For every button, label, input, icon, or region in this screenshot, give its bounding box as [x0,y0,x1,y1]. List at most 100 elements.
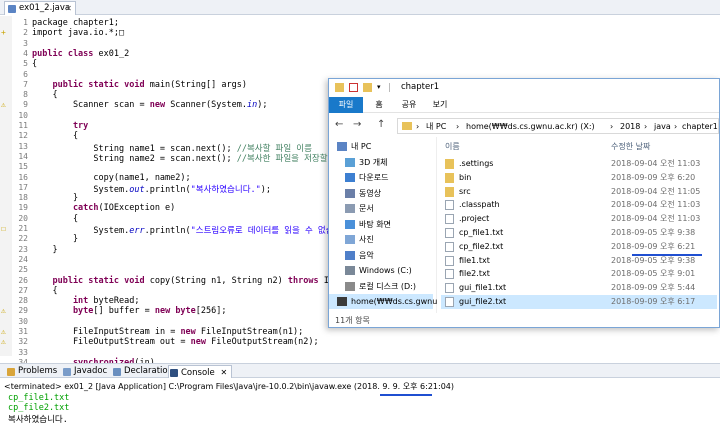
warning-marker-icon[interactable]: ☐ [1,224,6,233]
forward-arrow-icon[interactable]: → [353,119,361,130]
tab-problems[interactable]: Problems [6,365,57,378]
ribbon-tab-home[interactable]: 홈 [367,97,391,113]
nav-item-icon [345,235,355,244]
code-token: { [32,213,79,224]
address-bar[interactable]: › 내 PC › home(₩₩ds.cs.gwnu.ac.kr) (X:) ›… [397,118,719,134]
warning-marker-icon[interactable]: ⚠ [1,327,6,336]
file-row[interactable]: cp_file2.txt 2018-09-09 오후 6:21 [441,240,717,254]
code-token: copy(String n1, String n2) [149,275,288,286]
line-number: 27 [18,285,28,295]
tab-console[interactable]: Console ✕ [168,365,233,378]
column-header-name[interactable]: 이름 [445,141,460,152]
file-row[interactable]: cp_file1.txt 2018-09-05 오후 9:38 [441,226,717,240]
file-row[interactable]: .classpath 2018-09-04 오전 11:03 [441,198,717,212]
file-row[interactable]: bin 2018-09-09 오후 6:20 [441,171,717,185]
code-line: { [32,214,78,224]
up-arrow-icon[interactable]: ↑ [377,119,385,130]
code-token: □ [119,28,125,39]
line-number: 23 [18,244,28,254]
file-date: 2018-09-05 오후 9:38 [611,228,696,237]
nav-item[interactable]: home(₩₩ds.cs.gwnu [329,294,437,309]
bottom-panel-tabs: Problems Javadoc Declaration Console ✕ [0,363,720,378]
folder-icon [402,122,412,130]
ribbon-tab-file[interactable]: 파일 [329,97,363,113]
file-date: 2018-09-04 오전 11:03 [611,200,701,210]
file-row[interactable]: file2.txt 2018-09-05 오후 9:01 [441,267,717,281]
file-row[interactable]: .project 2018-09-04 오전 11:03 [441,212,717,226]
nav-item[interactable]: 다운로드 [343,170,388,185]
line-number: 24 [18,254,28,264]
file-name: .settings [459,159,494,168]
console-output[interactable]: <terminated> ex01_2 [Java Application] C… [0,379,720,440]
tab-declaration[interactable]: Declaration [112,365,173,378]
file-explorer-window[interactable]: ▾ chapter1 파일 홈 공유 보기 ← → ↑ › 내 PC › hom… [328,78,720,328]
file-row[interactable]: src 2018-09-04 오전 11:05 [441,185,717,199]
file-name: file2.txt [459,269,490,279]
nav-item[interactable]: 문서 [343,201,374,216]
warning-marker-icon[interactable]: ⚠ [1,306,6,315]
breadcrumb-this-pc[interactable]: 내 PC [426,119,446,134]
nav-item[interactable]: 바탕 화면 [343,217,391,232]
file-row[interactable]: gui_file1.txt 2018-09-09 오후 5:44 [441,281,717,295]
line-number: 15 [18,162,28,172]
nav-item[interactable]: 동영상 [343,186,381,201]
tab-label: Problems [18,366,58,376]
column-header-date-modified[interactable]: 수정한 날짜 [611,141,650,152]
file-icon [445,255,454,266]
close-icon[interactable]: ✕ [65,2,72,15]
file-date: 2018-09-05 오후 9:01 [611,269,696,279]
breadcrumb-chapter1[interactable]: chapter1 [682,119,718,134]
nav-item-label: 내 PC [351,142,372,151]
code-line: int byteRead; [32,296,140,306]
tab-javadoc[interactable]: Javadoc [62,365,107,378]
file-row[interactable]: .settings 2018-09-04 오전 11:03 [441,157,717,171]
breadcrumb-home-drive[interactable]: home(₩₩ds.cs.gwnu.ac.kr) (X:) [466,119,595,134]
warning-marker-icon[interactable]: ⚠ [1,337,6,346]
code-token: byte [32,306,94,317]
nav-item[interactable]: 음악 [343,248,374,263]
nav-item[interactable]: 로컬 디스크 (D:) [343,279,416,294]
breadcrumb-java[interactable]: java [654,119,671,134]
warning-marker-icon[interactable]: ⚠ [1,100,6,109]
line-number: 29 [18,306,28,316]
nav-item[interactable]: 사진 [343,232,374,247]
new-folder-icon[interactable] [363,83,372,92]
breadcrumb-2018[interactable]: 2018 [620,119,640,134]
code-line: try [32,121,88,131]
back-arrow-icon[interactable]: ← [335,119,343,130]
code-token: public static void [32,79,150,90]
window-title: chapter1 [401,82,440,92]
ribbon-tab-view[interactable]: 보기 [427,97,453,113]
code-line: package chapter1; [32,18,119,28]
nav-item[interactable]: 내 PC [335,139,371,154]
code-token: Scanner scan = [32,100,150,111]
editor-tab[interactable]: ex01_2.java ✕ [4,1,76,15]
nav-item-label: 음악 [359,250,374,260]
line-number: 3 [23,38,28,48]
code-token: ); [257,100,268,111]
annotation-underline [632,254,702,256]
code-token: { [32,90,58,101]
line-number: 5 [23,59,28,69]
properties-icon[interactable] [349,83,358,92]
nav-item[interactable]: Windows (C:) [343,263,412,278]
code-token: new byte [154,306,196,317]
code-token: import java.io.*; [32,28,119,39]
nav-item-label: Windows (C:) [359,266,412,275]
code-token: new [180,327,201,337]
problems-icon [7,368,15,376]
file-name: gui_file1.txt [459,283,507,293]
close-icon[interactable]: ✕ [220,368,227,377]
file-icon [445,283,454,294]
folder-icon [445,159,454,169]
file-row[interactable]: gui_file2.txt 2018-09-09 오후 6:17 [441,295,717,309]
ribbon-tab-share[interactable]: 공유 [395,97,423,113]
code-token: FileInputStream [32,327,155,337]
line-number: 26 [18,275,28,285]
editor-tab-title: ex01_2.java [19,3,71,13]
warning-marker-icon[interactable]: + [1,28,6,37]
nav-item[interactable]: 3D 개체 [343,155,388,170]
file-icon [445,241,454,252]
customize-dropdown-icon[interactable]: ▾ [377,83,386,92]
explorer-title-bar: ▾ chapter1 [329,79,719,97]
